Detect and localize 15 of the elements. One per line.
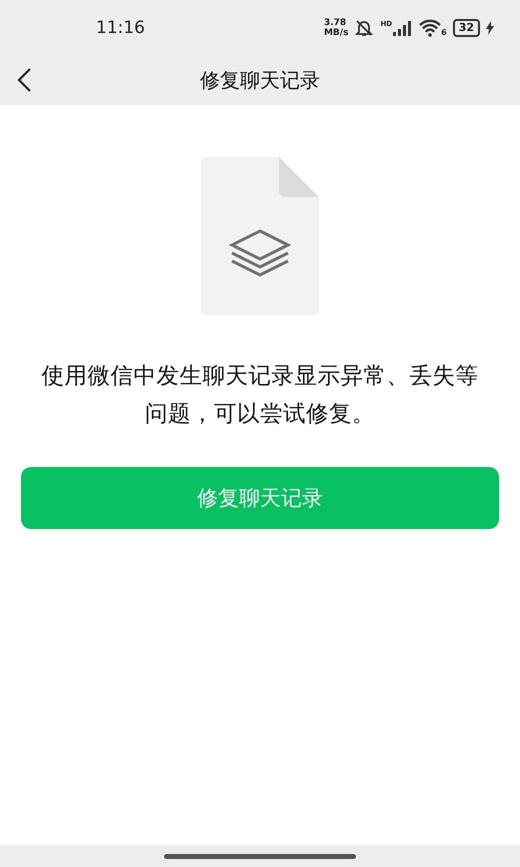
network-speed: 3.78 — [324, 18, 348, 28]
battery-level: 32 — [452, 18, 480, 36]
status-time: 11:16 — [96, 18, 146, 38]
charging-icon — [486, 20, 494, 34]
description-text: 使用微信中发生聊天记录显示异常、丢失等问题，可以尝试修复。 — [40, 362, 480, 429]
muted-bell-icon — [354, 18, 374, 38]
back-button[interactable] — [16, 67, 34, 93]
speed-unit: MB/s — [324, 28, 348, 38]
repair-button[interactable]: 修复聊天记录 — [21, 467, 499, 529]
signal-icon — [393, 20, 414, 36]
wifi-label: 6 — [441, 28, 447, 36]
document-layers-icon — [201, 157, 319, 315]
home-indicator[interactable] — [164, 854, 356, 858]
page-title: 修复聊天记录 — [200, 66, 320, 94]
wifi-icon — [419, 18, 442, 36]
